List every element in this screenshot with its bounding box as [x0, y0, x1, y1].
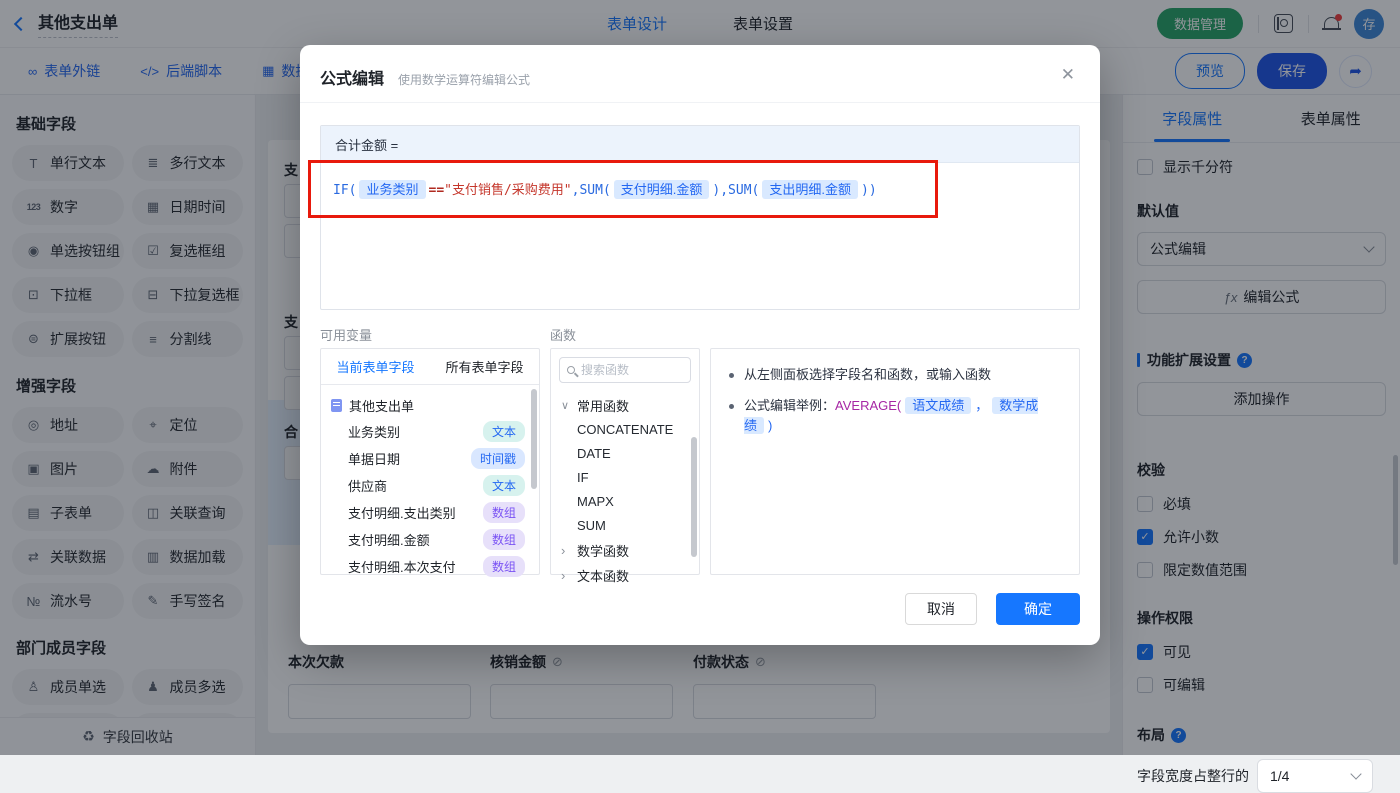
- hint-example: 公式编辑举例：AVERAGE(语文成绩，数学成绩): [744, 396, 1061, 436]
- chevron-expanded-icon: [561, 399, 571, 412]
- function-search-box: [559, 357, 691, 383]
- scrollbar-thumb[interactable]: [531, 389, 537, 489]
- variable-item[interactable]: 支付明细.支出类别 数组: [321, 499, 539, 526]
- group-label: 文本函数: [577, 566, 629, 585]
- type-badge: 时间戳: [471, 448, 525, 469]
- variable-name: 支付明细.本次支付: [348, 557, 456, 576]
- function-item[interactable]: DATE: [551, 442, 699, 466]
- group-label: 常用函数: [577, 396, 629, 415]
- variable-name: 业务类别: [348, 422, 400, 441]
- modal-subtitle: 使用数学运算符编辑公式: [398, 71, 530, 88]
- select-value: 1/4: [1270, 768, 1289, 784]
- variable-item[interactable]: 单据日期 时间戳: [321, 445, 539, 472]
- type-badge: 数组: [483, 502, 525, 523]
- hint-prefix: 公式编辑举例：: [744, 398, 835, 413]
- group-math-functions[interactable]: 数学函数: [551, 538, 699, 563]
- variable-item[interactable]: 支付明细.金额 数组: [321, 526, 539, 553]
- close-icon[interactable]: ✕: [1061, 65, 1075, 85]
- function-item[interactable]: IF: [551, 466, 699, 490]
- chevron-down-icon: [1350, 768, 1361, 779]
- hint-line: 从左侧面板选择字段名和函数，或输入函数: [729, 365, 1061, 385]
- variable-name: 单据日期: [348, 449, 400, 468]
- variables-panel: 当前表单字段 所有表单字段 其他支出单 业务类别 文本 单据日期 时间戳 供应商…: [320, 348, 540, 575]
- functions-panel: 常用函数 CONCATENATE DATE IF MAPX SUM 数学函数 文…: [550, 348, 700, 575]
- group-label: 数学函数: [577, 541, 629, 560]
- chevron-collapsed-icon: [561, 568, 571, 583]
- tab-current-form-fields[interactable]: 当前表单字段: [321, 349, 430, 384]
- variable-item[interactable]: 支付明细.本次支付 数组: [321, 553, 539, 580]
- group-common-functions[interactable]: 常用函数: [551, 393, 699, 418]
- tab-all-form-fields[interactable]: 所有表单字段: [430, 349, 539, 384]
- example-comma: ，: [975, 398, 988, 413]
- hint-example-line: 公式编辑举例：AVERAGE(语文成绩，数学成绩): [729, 396, 1061, 436]
- type-badge: 数组: [483, 529, 525, 550]
- chevron-collapsed-icon: [561, 543, 571, 558]
- function-item[interactable]: SUM: [551, 514, 699, 538]
- function-item[interactable]: CONCATENATE: [551, 418, 699, 442]
- tree-root-label: 其他支出单: [349, 396, 414, 415]
- example-close-paren: ): [768, 418, 772, 433]
- confirm-button[interactable]: 确定: [996, 593, 1080, 625]
- variable-name: 支付明细.支出类别: [348, 503, 456, 522]
- bullet-icon: [729, 404, 734, 409]
- field-width-row: 字段宽度占整行的 1/4: [1137, 759, 1386, 793]
- variable-item[interactable]: 业务类别 文本: [321, 418, 539, 445]
- form-doc-icon: [331, 399, 342, 412]
- variables-tree: 其他支出单 业务类别 文本 单据日期 时间戳 供应商 文本 支付明细.支出类别 …: [321, 385, 539, 580]
- scrollbar-thumb[interactable]: [691, 437, 697, 557]
- tree-root-form[interactable]: 其他支出单: [321, 392, 539, 418]
- variables-label: 可用变量: [320, 325, 372, 344]
- field-width-select[interactable]: 1/4: [1257, 759, 1373, 793]
- hint-text: 从左侧面板选择字段名和函数，或输入函数: [744, 365, 991, 385]
- functions-tree: 常用函数 CONCATENATE DATE IF MAPX SUM 数学函数 文…: [551, 391, 699, 590]
- group-text-functions[interactable]: 文本函数: [551, 563, 699, 588]
- search-icon: [567, 366, 575, 374]
- variable-name: 支付明细.金额: [348, 530, 430, 549]
- function-search-input[interactable]: [581, 363, 683, 377]
- type-badge: 文本: [483, 421, 525, 442]
- bullet-icon: [729, 373, 734, 378]
- variable-item[interactable]: 供应商 文本: [321, 472, 539, 499]
- red-annotation-box: [308, 160, 938, 218]
- modal-title: 公式编辑: [320, 65, 384, 89]
- hint-panel: 从左侧面板选择字段名和函数，或输入函数 公式编辑举例：AVERAGE( 语文成绩 ，…: [710, 348, 1080, 575]
- formula-target: 合计金额 =: [321, 126, 1079, 163]
- field-width-label: 字段宽度占整行的: [1137, 766, 1249, 786]
- variable-name: 供应商: [348, 476, 387, 495]
- variables-tabs: 当前表单字段 所有表单字段: [321, 349, 539, 385]
- functions-label: 函数: [550, 325, 576, 344]
- example-function: AVERAGE(: [835, 398, 901, 413]
- type-badge: 文本: [483, 475, 525, 496]
- type-badge: 数组: [483, 556, 525, 577]
- example-field-token: 语文成绩: [905, 397, 971, 414]
- function-item[interactable]: MAPX: [551, 490, 699, 514]
- cancel-button[interactable]: 取消: [905, 593, 977, 625]
- modal-header: 公式编辑 使用数学运算符编辑公式: [300, 45, 1100, 103]
- formula-editor-modal: 公式编辑 使用数学运算符编辑公式 ✕ 合计金额 = IF(业务类别=="支付销售…: [300, 45, 1100, 645]
